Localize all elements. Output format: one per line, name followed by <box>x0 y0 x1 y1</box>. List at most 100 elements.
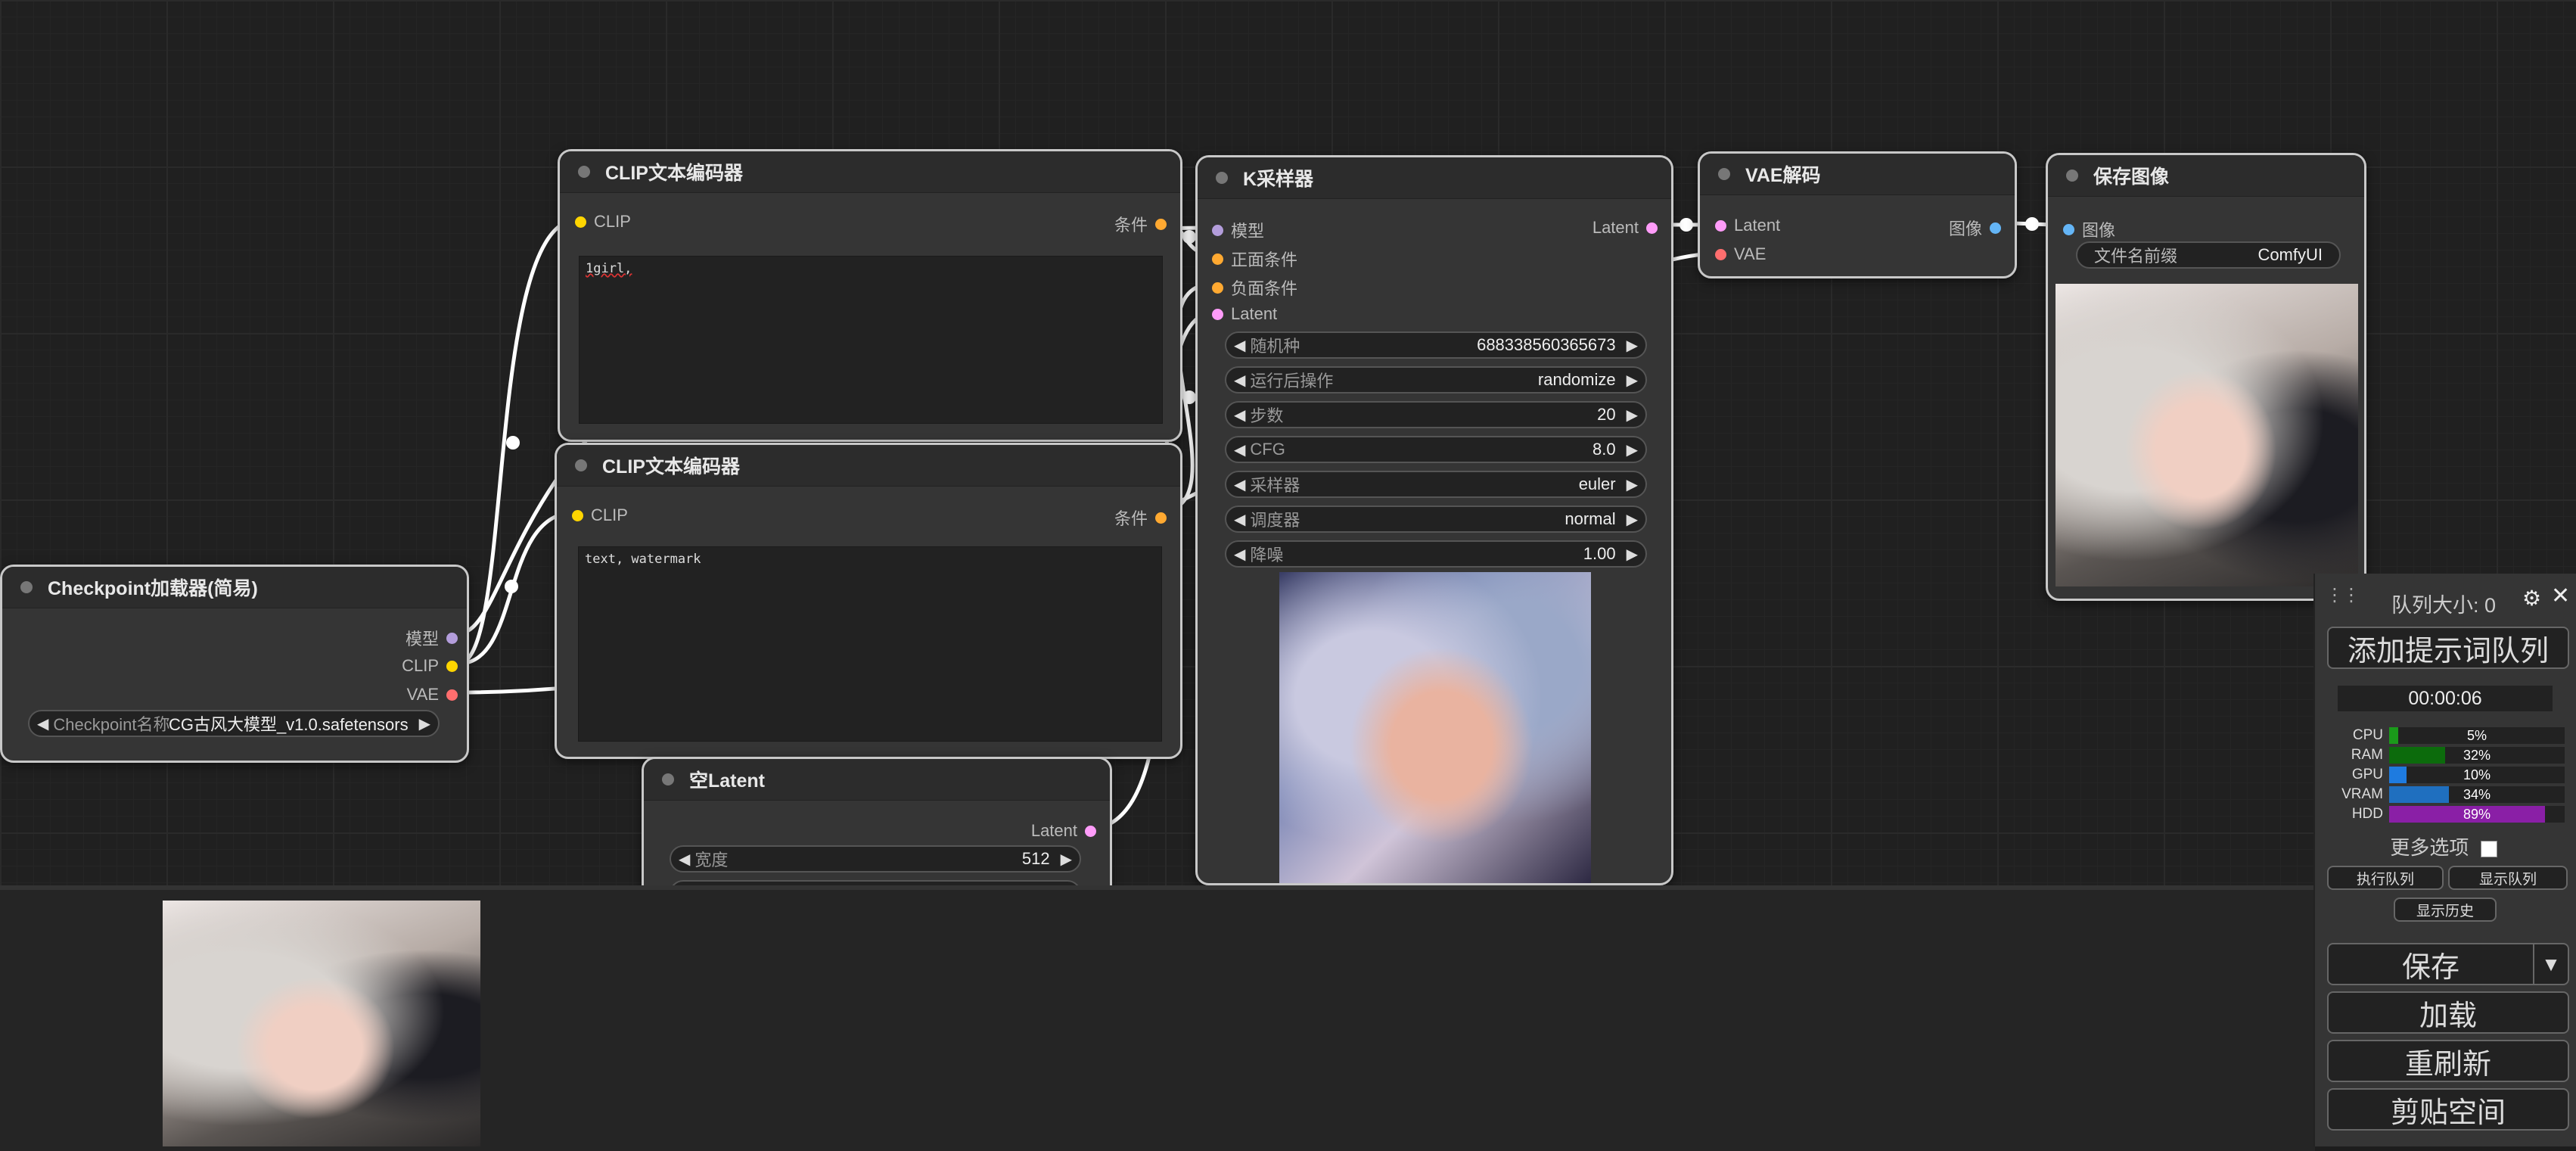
view-list-button[interactable]: 显示队列 <box>2448 866 2568 890</box>
load-button[interactable]: 加载 <box>2327 991 2569 1034</box>
arrow-left-icon[interactable]: ◀ <box>1234 371 1245 390</box>
slot-dot-icon[interactable] <box>446 689 458 701</box>
input-positive[interactable]: 正面条件 <box>1212 247 1297 271</box>
arrow-right-icon[interactable]: ▶ <box>1627 440 1638 459</box>
collapse-dot-icon[interactable] <box>578 166 590 178</box>
ksampler-node[interactable]: K采样器 模型 正面条件 负面条件 Latent Latent ◀ 随机种 68… <box>1195 155 1673 885</box>
slot-dot-icon[interactable] <box>446 632 458 644</box>
output-image[interactable]: 图像 <box>1949 216 2001 240</box>
output-conditioning[interactable]: 条件 <box>1114 506 1167 530</box>
slot-dot-icon[interactable] <box>1155 512 1167 524</box>
view-history-button[interactable]: 显示历史 <box>2394 897 2497 922</box>
collapse-dot-icon[interactable] <box>575 459 587 471</box>
node-title[interactable]: 空Latent <box>644 759 1110 801</box>
arrow-right-icon[interactable]: ▶ <box>419 714 430 733</box>
arrow-left-icon[interactable]: ◀ <box>679 850 690 869</box>
more-options-toggle[interactable]: 更多选项 <box>2315 832 2572 860</box>
ckpt-name-combo[interactable]: ◀ Checkpoint名称 CG古风大模型_v1.0.safetensors … <box>28 710 440 737</box>
view-queue-button[interactable]: 执行队列 <box>2327 866 2444 890</box>
node-title[interactable]: K采样器 <box>1198 157 1671 199</box>
clip-text-encode-positive-node[interactable]: CLIP文本编码器 CLIP 条件 1girl, <box>558 149 1182 442</box>
refresh-button[interactable]: 重刷新 <box>2327 1040 2569 1082</box>
input-clip[interactable]: CLIP <box>575 212 631 232</box>
node-title[interactable]: VAE解码 <box>1700 154 2015 195</box>
prompt-textarea[interactable]: text, watermark <box>578 546 1162 742</box>
arrow-left-icon[interactable]: ◀ <box>1234 475 1245 494</box>
history-thumbnail[interactable] <box>163 901 480 1146</box>
arrow-right-icon[interactable]: ▶ <box>1627 545 1638 564</box>
denoise-widget[interactable]: ◀ 降噪 1.00 ▶ <box>1225 540 1647 568</box>
gear-icon[interactable]: ⚙ <box>2522 586 2541 611</box>
collapse-dot-icon[interactable] <box>662 773 674 785</box>
arrow-right-icon[interactable]: ▶ <box>1061 850 1072 869</box>
output-latent[interactable]: Latent <box>1031 821 1096 841</box>
slot-dot-icon[interactable] <box>1085 825 1096 837</box>
collapse-dot-icon[interactable] <box>1216 172 1228 184</box>
node-title[interactable]: CLIP文本编码器 <box>560 151 1180 193</box>
output-latent[interactable]: Latent <box>1593 218 1658 238</box>
save-dropdown-chevron-icon[interactable]: ▼ <box>2533 944 2568 984</box>
arrow-right-icon[interactable]: ▶ <box>1627 406 1638 425</box>
arrow-right-icon[interactable]: ▶ <box>1627 475 1638 494</box>
slot-dot-icon[interactable] <box>1990 222 2001 234</box>
queue-prompt-button[interactable]: 添加提示词队列 <box>2327 627 2569 669</box>
vae-decode-node[interactable]: VAE解码 Latent VAE 图像 <box>1698 151 2017 278</box>
save-button[interactable]: 保存 ▼ <box>2327 943 2569 985</box>
slot-dot-icon[interactable] <box>1715 248 1726 260</box>
arrow-right-icon[interactable]: ▶ <box>1627 336 1638 355</box>
slot-dot-icon[interactable] <box>1212 282 1223 294</box>
output-vae[interactable]: VAE <box>407 685 458 705</box>
node-title[interactable]: Checkpoint加载器(简易) <box>2 567 467 608</box>
input-clip[interactable]: CLIP <box>572 506 628 525</box>
slot-dot-icon[interactable] <box>1715 219 1726 232</box>
arrow-left-icon[interactable]: ◀ <box>1234 440 1245 459</box>
seed-widget[interactable]: ◀ 随机种 688338560365673 ▶ <box>1225 331 1647 359</box>
input-latent[interactable]: Latent <box>1212 304 1277 324</box>
close-icon[interactable]: ✕ <box>2551 583 2570 609</box>
collapse-dot-icon[interactable] <box>1718 168 1730 180</box>
scheduler-widget[interactable]: ◀ 调度器 normal ▶ <box>1225 506 1647 533</box>
clipspace-button[interactable]: 剪贴空间 <box>2327 1088 2569 1131</box>
slot-dot-icon[interactable] <box>2063 223 2074 235</box>
arrow-left-icon[interactable]: ◀ <box>1234 336 1245 355</box>
more-options-checkbox[interactable] <box>2480 841 2497 858</box>
filename-prefix-widget[interactable]: 文件名前缀 ComfyUI <box>2076 241 2341 269</box>
input-vae[interactable]: VAE <box>1715 244 1766 264</box>
slot-dot-icon[interactable] <box>572 509 583 521</box>
arrow-right-icon[interactable]: ▶ <box>1627 510 1638 529</box>
slot-dot-icon[interactable] <box>1212 308 1223 320</box>
slot-dot-icon[interactable] <box>1646 222 1658 234</box>
slot-dot-icon[interactable] <box>1155 218 1167 230</box>
arrow-left-icon[interactable]: ◀ <box>1234 510 1245 529</box>
save-image-node[interactable]: 保存图像 图像 文件名前缀 ComfyUI <box>2046 153 2366 601</box>
width-widget[interactable]: ◀ 宽度 512 ▶ <box>670 845 1081 873</box>
clip-text-encode-negative-node[interactable]: CLIP文本编码器 CLIP 条件 text, watermark <box>555 443 1182 759</box>
slot-dot-icon[interactable] <box>446 660 458 672</box>
empty-latent-node[interactable]: 空Latent Latent ◀ 宽度 512 ▶ <box>642 757 1112 885</box>
arrow-left-icon[interactable]: ◀ <box>1234 545 1245 564</box>
prompt-textarea[interactable]: 1girl, <box>579 256 1163 424</box>
slot-dot-icon[interactable] <box>1212 224 1223 236</box>
input-negative[interactable]: 负面条件 <box>1212 275 1297 300</box>
collapse-dot-icon[interactable] <box>20 581 33 593</box>
output-model[interactable]: 模型 <box>406 626 458 650</box>
input-images[interactable]: 图像 <box>2063 217 2115 241</box>
sampler-widget[interactable]: ◀ 采样器 euler ▶ <box>1225 471 1647 498</box>
arrow-left-icon[interactable]: ◀ <box>37 714 48 733</box>
arrow-right-icon[interactable]: ▶ <box>1627 371 1638 390</box>
output-conditioning[interactable]: 条件 <box>1114 212 1167 236</box>
steps-widget[interactable]: ◀ 步数 20 ▶ <box>1225 401 1647 428</box>
height-widget[interactable] <box>670 880 1081 885</box>
input-model[interactable]: 模型 <box>1212 218 1264 242</box>
node-title[interactable]: CLIP文本编码器 <box>557 445 1180 487</box>
collapse-dot-icon[interactable] <box>2066 170 2078 182</box>
node-title[interactable]: 保存图像 <box>2048 155 2364 197</box>
slot-dot-icon[interactable] <box>575 216 586 228</box>
control-after-generate-widget[interactable]: ◀ 运行后操作 randomize ▶ <box>1225 366 1647 394</box>
graph-canvas[interactable]: CLIP文本编码器 CLIP 条件 1girl, CLIP文本编码器 CLIP … <box>0 0 2576 885</box>
output-clip[interactable]: CLIP <box>402 656 458 676</box>
arrow-left-icon[interactable]: ◀ <box>1234 406 1245 425</box>
checkpoint-loader-node[interactable]: Checkpoint加载器(简易) 模型 CLIP VAE ◀ Checkpoi… <box>0 565 469 763</box>
slot-dot-icon[interactable] <box>1212 253 1223 265</box>
cfg-widget[interactable]: ◀ CFG 8.0 ▶ <box>1225 436 1647 463</box>
